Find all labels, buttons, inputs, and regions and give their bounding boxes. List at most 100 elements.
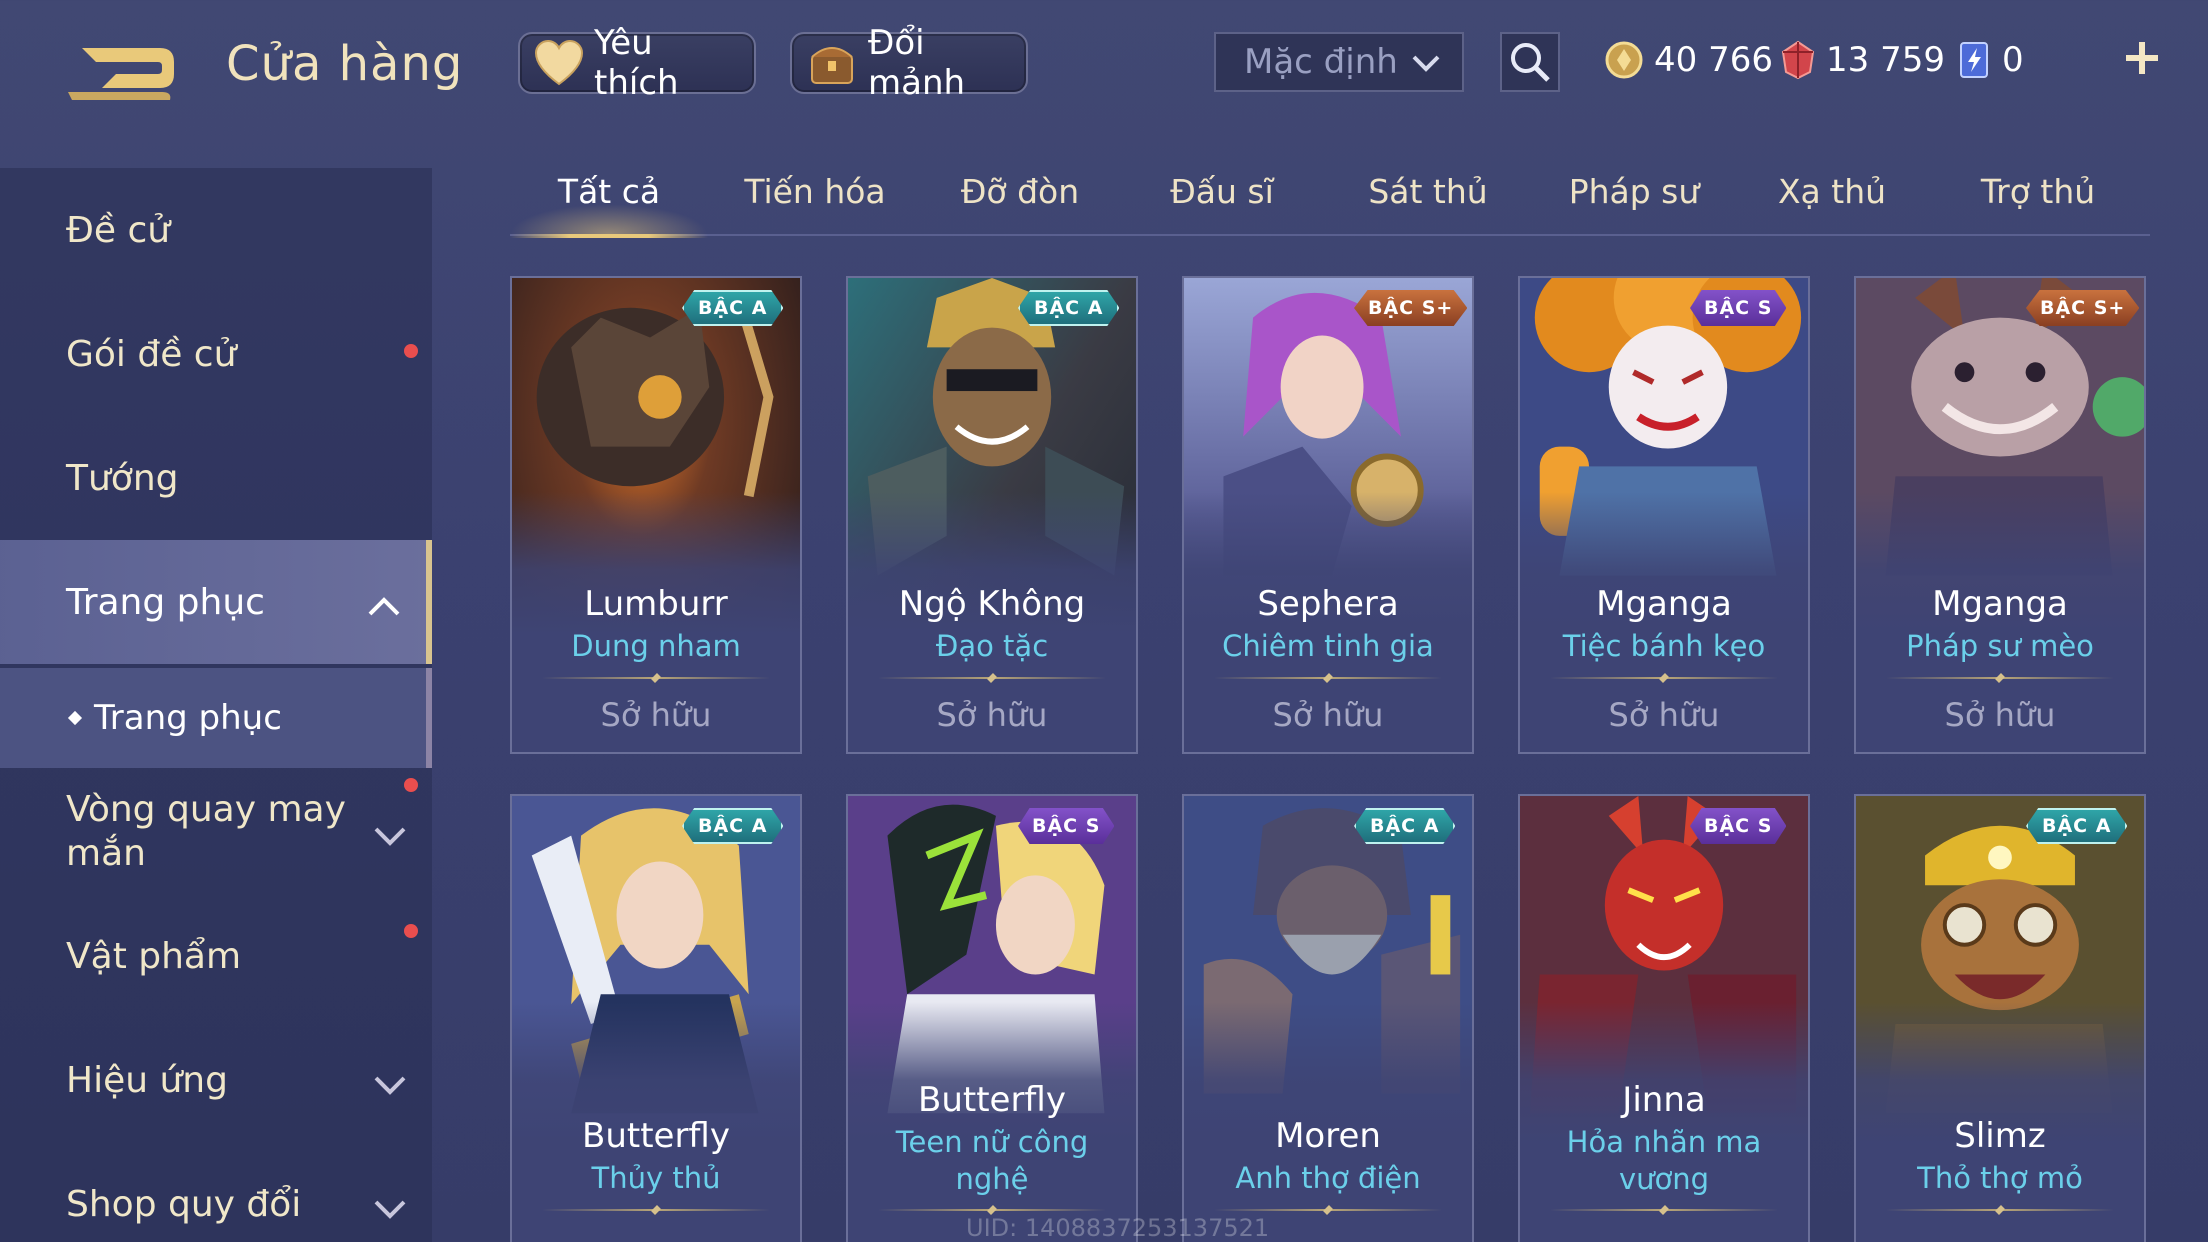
add-currency-button[interactable] [2118, 30, 2166, 86]
hero-name: Lumburr [584, 584, 728, 624]
tab-marksman[interactable]: Xạ thủ [1732, 172, 1932, 236]
search-icon [1511, 43, 1550, 82]
sidebar-item-recommended[interactable]: Đề cử [0, 168, 432, 292]
skin-card[interactable]: BẬC S Mganga Tiệc bánh kẹo Sở hữu [1518, 276, 1810, 754]
tab-evolution[interactable]: Tiến hóa [710, 172, 920, 236]
skin-name: Hỏa nhãn ma vương [1566, 1125, 1762, 1196]
card-divider [1886, 1204, 2114, 1216]
sidebar-item-label: Hiệu ứng [66, 1059, 228, 1101]
back-button[interactable] [62, 30, 182, 108]
skin-card[interactable]: BẬC S+ Mganga Pháp sư mèo Sở hữu [1854, 276, 2146, 754]
tab-mage[interactable]: Pháp sư [1534, 172, 1734, 236]
card-divider [878, 672, 1106, 684]
skin-card[interactable]: BẬC A Ngộ Không Đạo tặc Sở hữu [846, 276, 1138, 754]
skin-card[interactable]: BẬC A Moren Anh thợ điện [1182, 794, 1474, 1242]
gem-amount: 13 759 [1826, 40, 1945, 80]
rank-badge: BẬC A [682, 290, 784, 326]
gold-coin-icon [1605, 41, 1643, 79]
tab-fighter[interactable]: Đấu sĩ [1122, 172, 1322, 236]
hero-name: Ngộ Không [898, 584, 1086, 624]
hero-name: Mganga [1596, 584, 1732, 624]
notification-dot [404, 778, 418, 792]
sidebar-item-label: Gói đề cử [66, 333, 237, 375]
card-divider [542, 672, 770, 684]
card-divider [1214, 672, 1442, 684]
owned-status: Sở hữu [1608, 696, 1720, 734]
sort-dropdown[interactable]: Mặc định [1214, 32, 1464, 92]
skin-card[interactable]: BẬC S Jinna Hỏa nhãn ma vương [1518, 794, 1810, 1242]
skin-card[interactable]: BẬC S Butterfly Teen nữ công nghệ [846, 794, 1138, 1242]
skin-card[interactable]: BẬC A Lumburr Dung nham Sở hữu [510, 276, 802, 754]
sidebar-item-lucky-wheel[interactable]: Vòng quay may mắn [0, 770, 432, 894]
skin-name: Thỏ thợ mỏ [1917, 1161, 2083, 1195]
notification-dot [404, 924, 418, 938]
chevron-down-icon [372, 816, 408, 860]
hero-name: Sephera [1257, 584, 1399, 624]
sidebar-item-skins[interactable]: Trang phục [0, 540, 432, 664]
sidebar-item-heroes[interactable]: Tướng [0, 416, 432, 540]
skin-card[interactable]: BẬC A Slimz Thỏ thợ mỏ [1854, 794, 2146, 1242]
skin-name: Thủy thủ [591, 1161, 721, 1195]
skin-grid: BẬC A Lumburr Dung nham Sở hữu BẬC A Ngộ… [510, 276, 2150, 1242]
tab-support[interactable]: Trợ thủ [1938, 172, 2138, 236]
user-id-watermark: UID: 1408837253137521 [966, 1214, 1270, 1242]
heart-icon [534, 37, 584, 89]
rank-badge: BẬC S+ [2026, 290, 2140, 326]
sidebar-item-exchange-shop[interactable]: Shop quy đổi [0, 1142, 432, 1242]
rank-badge: BẬC A [1354, 808, 1456, 844]
sidebar-item-label: Vòng quay may mắn [66, 789, 346, 874]
ticket-currency: 0 [1956, 34, 2024, 86]
owned-status: Sở hữu [1944, 696, 2056, 734]
sidebar-item-recommended-bundles[interactable]: Gói đề cử [0, 292, 432, 416]
tab-tank[interactable]: Đỡ đòn [920, 172, 1120, 236]
sidebar-item-label: Shop quy đổi [66, 1183, 302, 1225]
fragments-exchange-button[interactable]: Đổi mảnh [790, 23, 1028, 103]
tab-assassin[interactable]: Sát thủ [1328, 172, 1528, 236]
rank-badge: BẬC A [682, 808, 784, 844]
treasure-chest-icon [806, 37, 858, 89]
card-divider [1550, 1204, 1778, 1216]
sidebar-item-label: Đề cử [66, 209, 171, 251]
red-gem-icon [1781, 40, 1815, 80]
gold-amount: 40 766 [1654, 40, 1773, 80]
sort-value: Mặc định [1244, 42, 1398, 82]
gem-currency: 13 759 [1780, 34, 1945, 86]
rank-badge: BẬC S [1690, 808, 1787, 844]
sidebar-item-items[interactable]: Vật phẩm [0, 894, 432, 1018]
hero-name: Moren [1275, 1116, 1381, 1156]
sidebar-item-effects[interactable]: Hiệu ứng [0, 1018, 432, 1142]
crystal-card-icon [1960, 42, 1988, 78]
skin-name: Chiêm tinh gia [1222, 629, 1434, 663]
owned-status: Sở hữu [936, 696, 1048, 734]
chevron-down-icon [372, 1190, 408, 1231]
hero-name: Butterfly [582, 1116, 730, 1156]
sidebar-subitem-skins[interactable]: Trang phục [0, 668, 432, 768]
tab-all[interactable]: Tất cả [510, 172, 708, 238]
skin-name: Tiệc bánh kẹo [1562, 629, 1766, 663]
fragments-label: Đổi mảnh [868, 23, 966, 103]
owned-status: Sở hữu [1272, 696, 1384, 734]
favorites-button[interactable]: Yêu thích [518, 23, 756, 103]
skin-name: Anh thợ điện [1235, 1161, 1421, 1195]
sidebar-item-label: Trang phục [66, 581, 265, 623]
diamond-bullet-icon [67, 710, 83, 726]
ticket-amount: 0 [2002, 40, 2024, 80]
card-divider [542, 1204, 770, 1216]
hero-name: Mganga [1932, 584, 2068, 624]
skin-card[interactable]: BẬC A Butterfly Thủy thủ [510, 794, 802, 1242]
gold-currency: 40 766 [1604, 34, 1773, 86]
skin-card[interactable]: BẬC S+ Sephera Chiêm tinh gia Sở hữu [1182, 276, 1474, 754]
notification-dot [404, 344, 418, 358]
search-button[interactable] [1500, 32, 1560, 92]
chevron-up-icon [366, 586, 402, 627]
sidebar-item-label: Vật phẩm [66, 935, 242, 977]
chevron-down-icon [1410, 48, 1442, 88]
rank-badge: BẬC A [2026, 808, 2128, 844]
card-divider [1886, 672, 2114, 684]
rank-badge: BẬC A [1018, 290, 1120, 326]
skin-name: Teen nữ công nghệ [895, 1125, 1089, 1196]
favorites-label: Yêu thích [594, 23, 679, 103]
back-arrow-icon [68, 48, 174, 100]
hero-name: Slimz [1954, 1116, 2046, 1156]
rank-badge: BẬC S [1018, 808, 1115, 844]
